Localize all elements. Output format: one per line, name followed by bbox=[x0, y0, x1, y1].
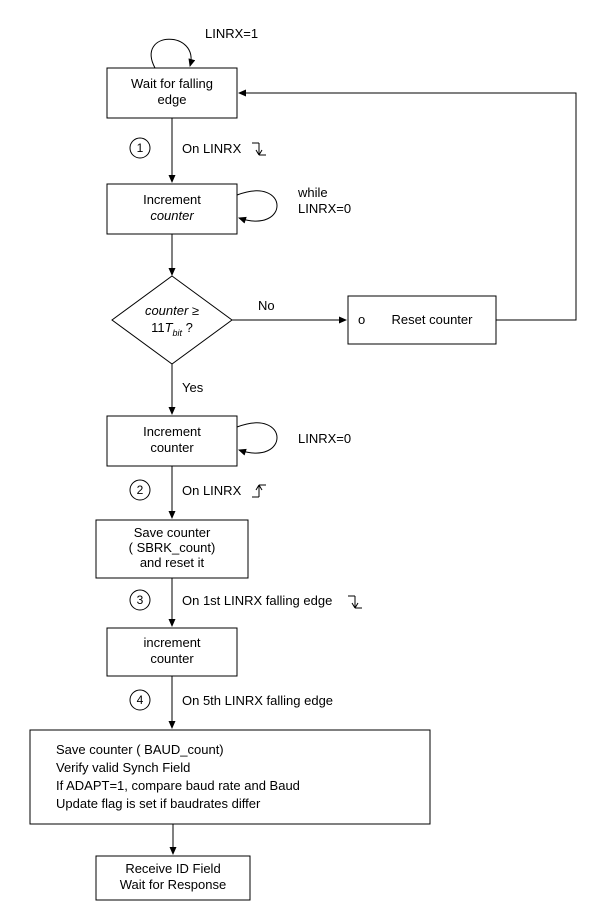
self-loop-4 bbox=[237, 423, 277, 453]
self-loop-1-label: LINRX=1 bbox=[205, 26, 258, 41]
step-num-1: 1 bbox=[137, 141, 144, 155]
step3-label: On 1st LINRX falling edge bbox=[182, 593, 332, 608]
n7-text3: If ADAPT=1, compare baud rate and Baud bbox=[56, 778, 300, 793]
rising-edge-icon bbox=[252, 485, 266, 497]
step4-label: On 5th LINRX falling edge bbox=[182, 693, 333, 708]
self-loop-4-label: LINRX=0 bbox=[298, 431, 351, 446]
n4-text1: Increment bbox=[143, 424, 201, 439]
n7-text2: Verify valid Synch Field bbox=[56, 760, 190, 775]
self-loop-2a-label: while bbox=[297, 185, 328, 200]
self-loop-2b-label: LINRX=0 bbox=[298, 201, 351, 216]
step-num-4: 4 bbox=[137, 693, 144, 707]
yes-label: Yes bbox=[182, 380, 204, 395]
n1-text1: Wait for falling bbox=[131, 76, 213, 91]
n7-text4: Update flag is set if baudrates differ bbox=[56, 796, 261, 811]
n1-text2: edge bbox=[158, 92, 187, 107]
n2-text2: counter bbox=[150, 208, 194, 223]
n4-text2: counter bbox=[150, 440, 194, 455]
step-num-3: 3 bbox=[137, 593, 144, 607]
no-label: No bbox=[258, 298, 275, 313]
d1-text-line1: counter ≥ bbox=[145, 303, 199, 318]
n2-text1: Increment bbox=[143, 192, 201, 207]
edge-n3-n1 bbox=[239, 93, 576, 320]
n7-text1: Save counter ( BAUD_count) bbox=[56, 742, 224, 757]
n6-text2: counter bbox=[150, 651, 194, 666]
step-num-2: 2 bbox=[137, 483, 144, 497]
n5-text1: Save counter bbox=[134, 525, 211, 540]
n3-prefix: o bbox=[358, 312, 365, 327]
n3-label: Reset counter bbox=[392, 312, 474, 327]
step2-label: On LINRX bbox=[182, 483, 242, 498]
self-loop-1 bbox=[151, 39, 191, 68]
falling-edge-icon bbox=[252, 143, 266, 155]
falling-edge-icon-2 bbox=[348, 596, 362, 608]
n8-text2: Wait for Response bbox=[120, 877, 226, 892]
self-loop-2 bbox=[237, 191, 277, 221]
flowchart-diagram: Wait for falling edge LINRX=1 1 On LINRX… bbox=[0, 0, 601, 911]
n8-text1: Receive ID Field bbox=[125, 861, 220, 876]
n5-text3: and reset it bbox=[140, 555, 205, 570]
step1-label: On LINRX bbox=[182, 141, 242, 156]
n5-text2: ( SBRK_count) bbox=[129, 540, 216, 555]
n6-text1: increment bbox=[143, 635, 200, 650]
